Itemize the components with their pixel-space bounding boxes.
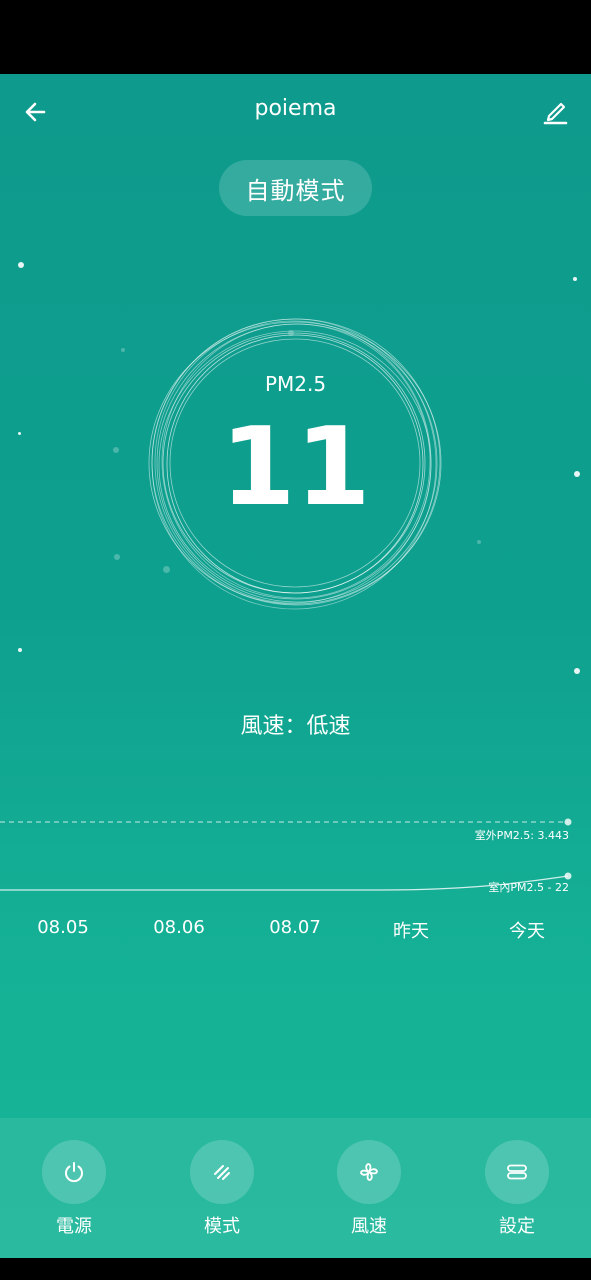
power-icon — [65, 1162, 83, 1183]
fan-icon — [360, 1163, 378, 1181]
mode-control[interactable]: 模式 — [174, 1140, 270, 1238]
bottom-control-bar: 電源 模式 風速 設定 — [0, 1118, 591, 1258]
date-tick-label: 08.06 — [153, 917, 205, 938]
particle-dot — [114, 554, 120, 560]
mode-slash-icon — [214, 1165, 230, 1180]
power-button[interactable] — [42, 1140, 106, 1204]
settings-label: 設定 — [499, 1216, 535, 1237]
date-tick-label: 今天 — [509, 921, 545, 942]
power-control[interactable]: 電源 — [26, 1140, 122, 1238]
pencil-icon — [543, 102, 568, 125]
top-bar: poiema — [0, 74, 591, 146]
page-title: poiema — [254, 96, 337, 121]
edit-button[interactable] — [537, 94, 573, 130]
app-screen: poiema 自動模式 PM2.5 11 風速：低速 室外PM2.5: 3.44… — [0, 74, 591, 1258]
fan-speed-control[interactable]: 風速 — [321, 1140, 417, 1238]
particle-dot — [18, 262, 24, 268]
mode-label: 模式 — [204, 1216, 240, 1237]
chart-date-axis: 08.05 08.06 08.07 昨天 今天 — [0, 917, 591, 942]
particle-dot — [18, 648, 22, 652]
indoor-series-label: 室內PM2.5 - 22 — [488, 881, 569, 894]
date-tick-label: 08.05 — [37, 917, 89, 938]
outdoor-series-point — [564, 818, 572, 826]
particle-dot — [121, 348, 125, 352]
date-tick-label: 08.07 — [269, 917, 321, 938]
date-tick-label: 昨天 — [393, 921, 429, 942]
mode-indicator-button[interactable]: 自動模式 — [219, 160, 372, 216]
fan-speed-button[interactable] — [337, 1140, 401, 1204]
particle-dot — [477, 540, 481, 544]
fan-speed-label: 風速 — [351, 1216, 387, 1237]
mode-button[interactable] — [190, 1140, 254, 1204]
outdoor-series-label: 室外PM2.5: 3.443 — [474, 829, 569, 842]
pm-value: 11 — [220, 405, 371, 530]
fan-speed-status: 風速：低速 — [240, 714, 351, 739]
settings-button[interactable] — [485, 1140, 549, 1204]
particle-dot — [573, 277, 577, 281]
particle-dot — [574, 668, 580, 674]
settings-icon — [507, 1164, 527, 1180]
power-label: 電源 — [56, 1216, 92, 1237]
pm-label: PM2.5 — [264, 372, 327, 396]
indoor-series-line — [0, 875, 569, 891]
settings-control[interactable]: 設定 — [469, 1140, 565, 1238]
